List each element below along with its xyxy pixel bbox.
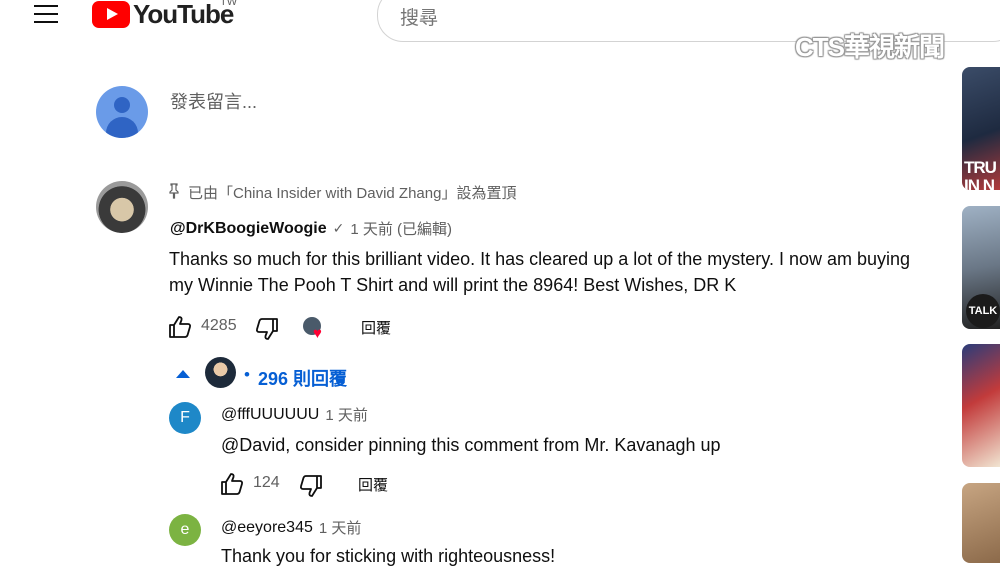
creator-heart-badge: ♥ xyxy=(301,315,329,343)
reply-avatar[interactable]: F xyxy=(169,402,201,434)
comment-text-line: my Winnie The Pooh T Shirt and will prin… xyxy=(169,275,737,295)
reply-author[interactable]: @eeyore345 xyxy=(221,519,313,537)
youtube-play-icon xyxy=(92,0,130,28)
thumbs-up-icon[interactable] xyxy=(167,314,193,340)
reply-button[interactable]: 回覆 xyxy=(361,317,391,338)
add-comment-field[interactable]: 發表留言... xyxy=(170,88,257,114)
reply-text: Thank you for sticking with righteousnes… xyxy=(221,546,556,566)
menu-icon[interactable] xyxy=(34,5,58,23)
cts-watermark-logo: CTS華視新聞 xyxy=(795,32,945,62)
reply-header: @eeyore345 1 天前 xyxy=(221,517,361,538)
reply-author[interactable]: @fffUUUUUU xyxy=(221,406,319,424)
commenter-avatar[interactable] xyxy=(96,181,148,233)
pin-icon xyxy=(169,183,179,199)
recommended-video-thumbnail[interactable] xyxy=(962,483,1000,563)
recommended-video-thumbnail[interactable] xyxy=(962,344,1000,467)
thumbnail-caption: TRU IN N xyxy=(964,158,997,191)
replies-toggle-button[interactable]: 296 則回覆 xyxy=(258,365,347,391)
comment-header: @DrKBoogieWoogie ✓ 1 天前 (已編輯) xyxy=(170,218,452,239)
heart-icon: ♥ xyxy=(313,325,322,342)
check-icon: ✓ xyxy=(332,220,345,236)
collapse-replies-icon[interactable] xyxy=(176,370,190,378)
youtube-logo[interactable]: YouTube xyxy=(92,0,234,29)
reply-time[interactable]: 1 天前 xyxy=(319,517,362,538)
youtube-logo-text: YouTube xyxy=(133,0,234,29)
reply-avatar[interactable]: e xyxy=(169,514,201,546)
thumbs-up-icon[interactable] xyxy=(219,471,245,497)
current-user-avatar xyxy=(96,86,148,138)
reply-time[interactable]: 1 天前 xyxy=(325,404,368,425)
comment-time[interactable]: 1 天前 (已編輯) xyxy=(350,218,452,239)
comment-author[interactable]: @DrKBoogieWoogie xyxy=(170,220,327,238)
comment-text-line: Thanks so much for this brilliant video.… xyxy=(169,249,911,269)
thumbs-down-icon[interactable] xyxy=(298,473,324,499)
pinned-label: 已由「China Insider with David Zhang」設為置頂 xyxy=(188,185,517,202)
region-code: TW xyxy=(220,0,238,8)
reply-header: @fffUUUUUU 1 天前 xyxy=(221,404,368,425)
separator-dot: • xyxy=(244,365,250,384)
reply-button[interactable]: 回覆 xyxy=(358,474,388,495)
reply-text: @David, consider pinning this comment fr… xyxy=(221,435,721,455)
creator-reply-avatar xyxy=(205,357,236,388)
comment-text: Thanks so much for this brilliant video.… xyxy=(169,246,949,298)
like-count: 4285 xyxy=(201,317,237,334)
recommended-video-thumbnail[interactable]: TALK xyxy=(962,206,1000,329)
search-placeholder: 搜尋 xyxy=(400,8,439,29)
like-count: 124 xyxy=(253,474,280,491)
recommended-video-thumbnail[interactable]: TRU IN N xyxy=(962,67,1000,190)
thumbs-down-icon[interactable] xyxy=(254,316,280,342)
talktv-logo: TALK xyxy=(966,294,1000,328)
